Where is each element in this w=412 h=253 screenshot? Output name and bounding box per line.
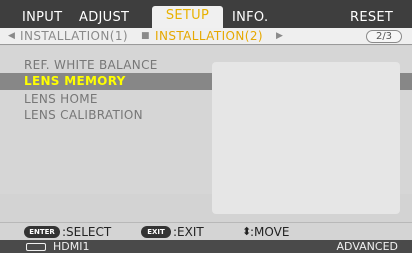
tab-adjust[interactable]: ADJUST xyxy=(79,8,129,28)
input-source: HDMI1 xyxy=(53,240,90,253)
select-hint: :SELECT xyxy=(62,225,112,239)
mode-label: ADVANCED xyxy=(336,240,398,253)
tab-info[interactable]: INFO. xyxy=(232,8,268,28)
hdmi-icon xyxy=(26,243,46,251)
sub-tab-bar: ◀ INSTALLATION(1) ■ INSTALLATION(2) ▶ 2/… xyxy=(0,28,412,45)
subtab-installation-1[interactable]: INSTALLATION(1) xyxy=(20,28,128,45)
left-arrow-icon[interactable]: ◀ xyxy=(8,28,15,45)
right-arrow-icon[interactable]: ▶ xyxy=(276,28,283,45)
exit-key-icon: EXIT xyxy=(141,226,171,238)
tab-setup[interactable]: SETUP xyxy=(152,6,223,28)
info-panel xyxy=(212,62,400,214)
separator-icon: ■ xyxy=(141,31,150,41)
tab-reset[interactable]: RESET xyxy=(350,8,393,28)
move-hint: :MOVE xyxy=(250,225,290,239)
subtab-installation-2[interactable]: INSTALLATION(2) xyxy=(155,28,263,45)
exit-hint: :EXIT xyxy=(173,225,204,239)
main-tab-bar: INPUT ADJUST SETUP INFO. RESET xyxy=(0,0,412,28)
enter-key-icon: ENTER xyxy=(24,226,60,238)
status-bar: HDMI1 ADVANCED xyxy=(0,240,412,253)
key-guide: ENTER :SELECT EXIT :EXIT ⬍ :MOVE xyxy=(0,222,412,240)
page-indicator: 2/3 xyxy=(366,30,402,43)
tab-input[interactable]: INPUT xyxy=(22,8,62,28)
projector-osd-menu: INPUT ADJUST SETUP INFO. RESET ◀ INSTALL… xyxy=(0,0,412,253)
